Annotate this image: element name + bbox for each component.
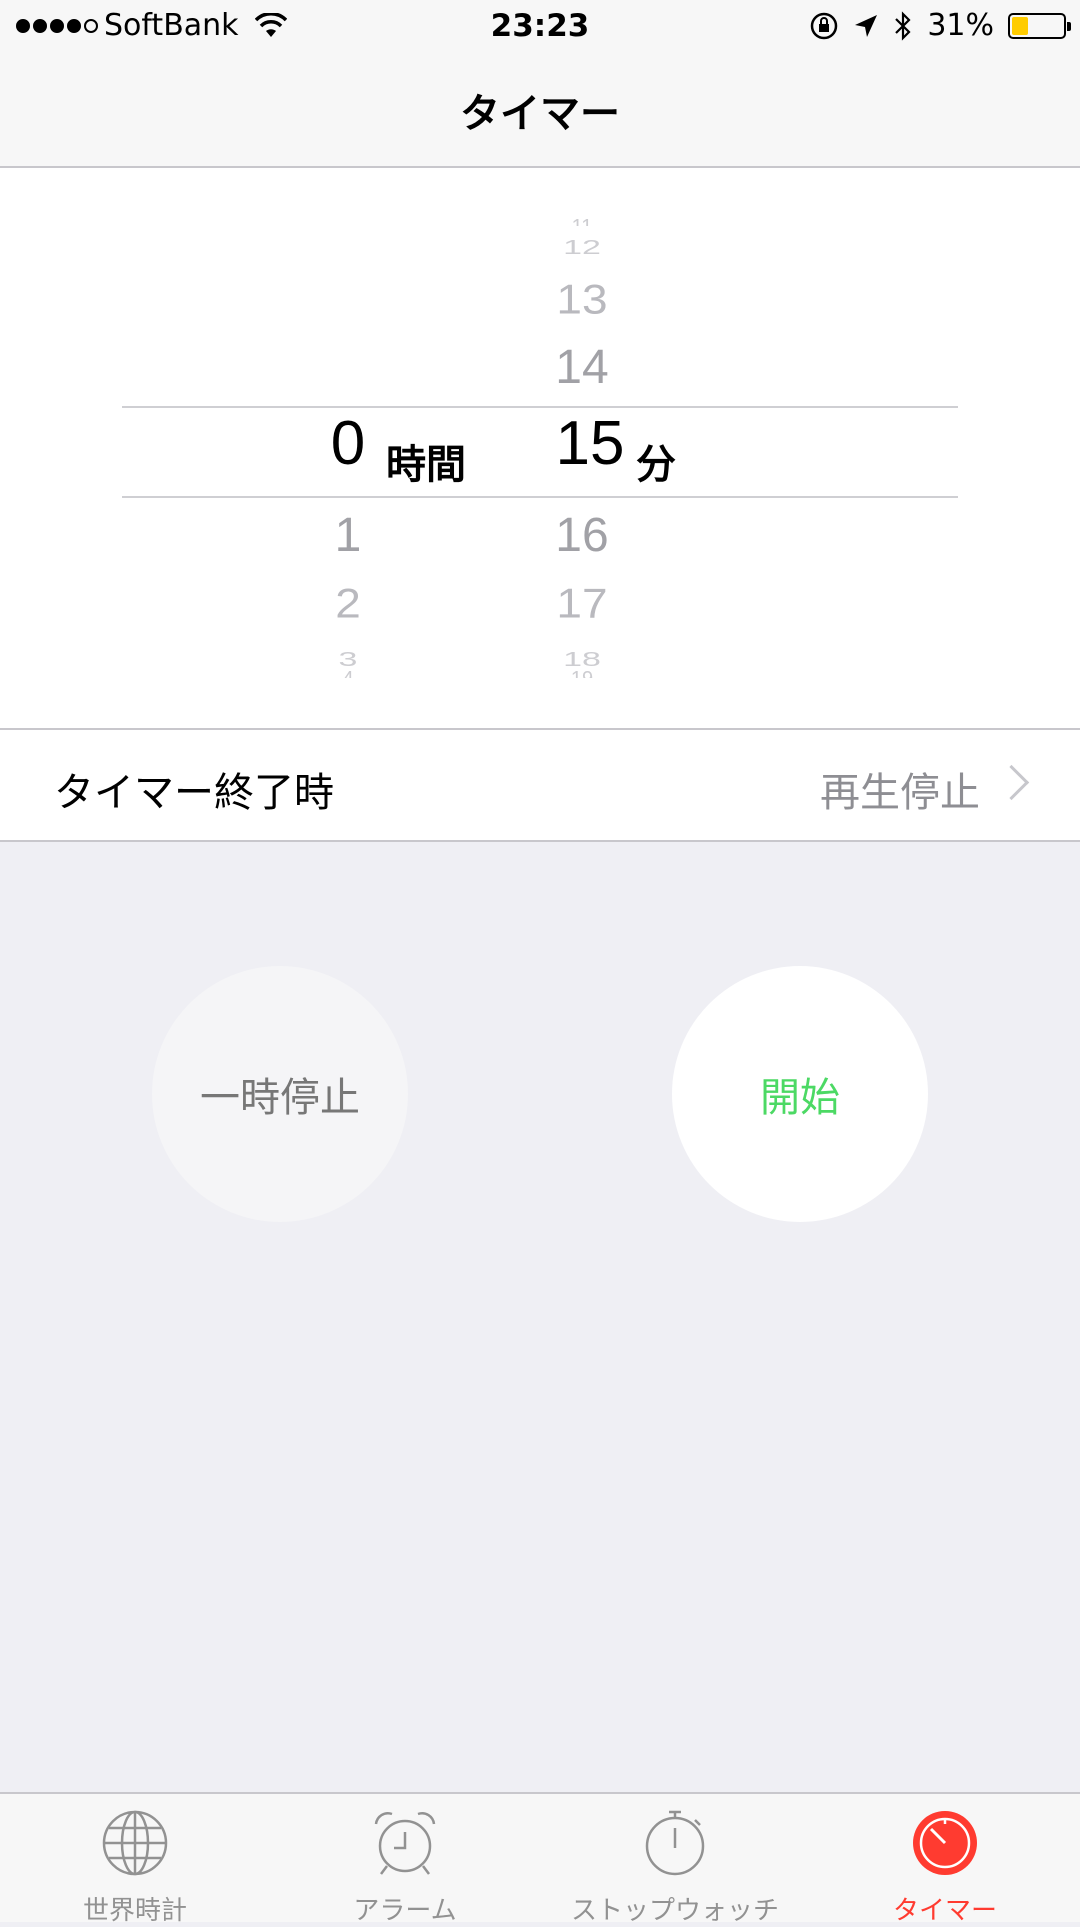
stopwatch-icon bbox=[645, 1810, 705, 1876]
tab-label: アラーム bbox=[353, 1896, 457, 1926]
hours-option[interactable]: 4 bbox=[288, 668, 408, 678]
location-arrow-icon bbox=[855, 14, 878, 37]
minutes-option[interactable]: 12 bbox=[522, 236, 642, 259]
hours-unit-label: 時間 bbox=[386, 442, 466, 488]
minutes-option[interactable]: 19 bbox=[522, 668, 642, 678]
orientation-lock-icon bbox=[811, 12, 838, 39]
minutes-option[interactable]: 17 bbox=[522, 579, 642, 628]
pause-button[interactable]: 一時停止 bbox=[152, 966, 408, 1222]
battery-percent: 31% bbox=[927, 8, 994, 43]
selection-line-bottom bbox=[122, 496, 958, 498]
minutes-option[interactable]: 14 bbox=[522, 340, 642, 395]
status-bar: SoftBank 23:23 31% bbox=[0, 0, 1080, 54]
tab-bar: 世界時計 アラーム ストップウォッチ タイマー bbox=[0, 1792, 1080, 1926]
tab-label: タイマー bbox=[892, 1896, 997, 1926]
navigation-bar: タイマー bbox=[0, 54, 1080, 168]
page-title: タイマー bbox=[460, 91, 620, 137]
minutes-option[interactable]: 11 bbox=[522, 216, 642, 226]
minutes-unit-label: 分 bbox=[636, 442, 676, 488]
timer-icon bbox=[913, 1811, 977, 1875]
battery-icon bbox=[1008, 12, 1071, 39]
timer-end-sound-row[interactable]: タイマー終了時 再生停止 bbox=[0, 728, 1080, 842]
bluetooth-icon bbox=[895, 10, 911, 41]
tab-stopwatch[interactable]: ストップウォッチ bbox=[540, 1794, 810, 1926]
minutes-selected[interactable]: 15 bbox=[530, 408, 650, 479]
minutes-option[interactable]: 13 bbox=[522, 275, 642, 324]
hours-option[interactable]: 2 bbox=[288, 579, 408, 628]
start-button[interactable]: 開始 bbox=[672, 966, 928, 1222]
minutes-option[interactable]: 16 bbox=[522, 508, 642, 563]
time-picker[interactable]: 0 時間 1 2 3 4 11 12 13 14 15 分 16 17 18 1… bbox=[0, 168, 1080, 728]
tab-timer[interactable]: タイマー bbox=[810, 1794, 1080, 1926]
tab-alarm[interactable]: アラーム bbox=[270, 1794, 540, 1926]
timer-end-label: タイマー終了時 bbox=[54, 770, 334, 816]
timer-end-value: 再生停止 bbox=[820, 770, 980, 816]
battery-fill bbox=[1012, 16, 1028, 35]
status-right: 31% bbox=[809, 8, 1071, 43]
alarm-clock-icon bbox=[374, 1812, 436, 1875]
chevron-right-icon bbox=[993, 764, 1030, 801]
tab-label: ストップウォッチ bbox=[570, 1896, 779, 1926]
hours-option[interactable]: 1 bbox=[288, 508, 408, 563]
tab-world-clock[interactable]: 世界時計 bbox=[0, 1794, 270, 1926]
tab-label: 世界時計 bbox=[82, 1896, 187, 1926]
globe-icon bbox=[102, 1810, 168, 1876]
